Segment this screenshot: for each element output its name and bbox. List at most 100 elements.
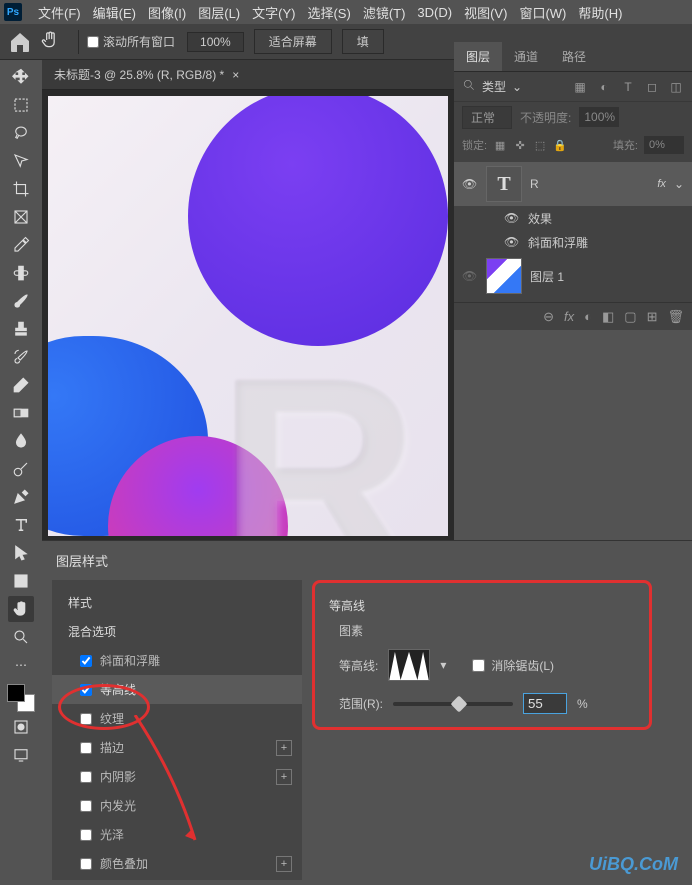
style-bevel-emboss[interactable]: 斜面和浮雕 — [52, 646, 302, 675]
type-tool[interactable] — [8, 512, 34, 538]
more-tools[interactable]: ⋯ — [8, 652, 34, 678]
new-group-icon[interactable]: ▢ — [624, 309, 636, 325]
menu-image[interactable]: 图像(I) — [142, 3, 192, 22]
dodge-tool[interactable] — [8, 456, 34, 482]
menu-help[interactable]: 帮助(H) — [572, 3, 628, 22]
style-texture[interactable]: 纹理 — [52, 704, 302, 733]
range-input[interactable] — [523, 693, 567, 714]
style-satin[interactable]: 光泽 — [52, 820, 302, 849]
canvas-viewport[interactable]: R — [42, 90, 454, 540]
opacity-input[interactable]: 100% — [579, 107, 619, 127]
style-checkbox[interactable] — [80, 858, 92, 870]
layer-name[interactable]: R — [530, 177, 539, 191]
canvas[interactable]: R — [48, 96, 448, 536]
home-icon[interactable] — [8, 30, 32, 54]
style-contour[interactable]: 等高线 — [52, 675, 302, 704]
filter-type-icon[interactable]: T — [620, 79, 636, 95]
contour-picker[interactable] — [388, 649, 430, 681]
fill-screen-button[interactable]: 填 — [342, 29, 384, 54]
menu-layer[interactable]: 图层(L) — [192, 3, 246, 22]
style-checkbox[interactable] — [80, 742, 92, 754]
lock-position-icon[interactable]: ✜ — [513, 139, 527, 152]
style-inner-glow[interactable]: 内发光 — [52, 791, 302, 820]
document-tab[interactable]: 未标题-3 @ 25.8% (R, RGB/8) * — [54, 66, 224, 83]
slider-thumb[interactable] — [451, 695, 468, 712]
search-icon[interactable] — [462, 78, 476, 95]
add-instance-icon[interactable]: + — [276, 740, 292, 756]
add-mask-icon[interactable]: ◐ — [584, 309, 592, 324]
filter-adjust-icon[interactable]: ◐ — [596, 79, 612, 95]
filter-smart-icon[interactable]: ◫ — [668, 79, 684, 95]
move-tool[interactable] — [8, 64, 34, 90]
zoom-tool[interactable] — [8, 624, 34, 650]
style-inner-shadow[interactable]: 内阴影+ — [52, 762, 302, 791]
link-layers-icon[interactable]: ⊖ — [543, 309, 554, 325]
filter-pixel-icon[interactable]: ▦ — [572, 79, 588, 95]
layer-thumb-text[interactable]: T — [486, 166, 522, 202]
style-checkbox[interactable] — [80, 684, 92, 696]
style-checkbox[interactable] — [80, 800, 92, 812]
pen-tool[interactable] — [8, 484, 34, 510]
tab-close-icon[interactable]: × — [232, 68, 239, 82]
healing-tool[interactable] — [8, 260, 34, 286]
menu-edit[interactable]: 编辑(E) — [87, 3, 142, 22]
menu-file[interactable]: 文件(F) — [32, 3, 87, 22]
menu-type[interactable]: 文字(Y) — [246, 3, 301, 22]
styles-header[interactable]: 样式 — [52, 588, 302, 617]
add-fx-icon[interactable]: fx — [564, 309, 574, 324]
add-adjustment-icon[interactable]: ◧ — [602, 309, 614, 325]
blur-tool[interactable] — [8, 428, 34, 454]
menu-view[interactable]: 视图(V) — [458, 3, 513, 22]
contour-dropdown-icon[interactable]: ▾ — [440, 658, 452, 672]
lock-artboard-icon[interactable]: ⬚ — [533, 139, 547, 152]
filter-type-dropdown[interactable]: 类型 — [482, 78, 506, 95]
screen-mode-toggle[interactable] — [8, 742, 34, 768]
crop-tool[interactable] — [8, 176, 34, 202]
lock-pixels-icon[interactable]: ▦ — [493, 139, 507, 152]
color-swatch[interactable] — [7, 684, 35, 712]
fit-screen-button[interactable]: 适合屏幕 — [254, 29, 332, 54]
gradient-tool[interactable] — [8, 400, 34, 426]
stamp-tool[interactable] — [8, 316, 34, 342]
hand-tool-indicator[interactable] — [40, 30, 60, 53]
fill-input[interactable]: 0% — [644, 136, 684, 154]
frame-tool[interactable] — [8, 204, 34, 230]
lasso-tool[interactable] — [8, 120, 34, 146]
scroll-all-windows-checkbox[interactable]: 滚动所有窗口 — [87, 33, 175, 50]
quick-select-tool[interactable] — [8, 148, 34, 174]
visibility-toggle[interactable]: 👁 — [504, 211, 520, 225]
style-checkbox[interactable] — [80, 771, 92, 783]
filter-shape-icon[interactable]: ◻ — [644, 79, 660, 95]
visibility-toggle[interactable]: 👁 — [462, 177, 478, 191]
path-select-tool[interactable] — [8, 540, 34, 566]
delete-layer-icon[interactable]: 🗑 — [667, 309, 684, 325]
add-instance-icon[interactable]: + — [276, 769, 292, 785]
visibility-toggle[interactable]: 👁 — [462, 269, 478, 283]
brush-tool[interactable] — [8, 288, 34, 314]
layer-r[interactable]: 👁 T R fx ⌄ — [454, 162, 692, 206]
layer-fx-badge[interactable]: fx — [657, 178, 666, 190]
eraser-tool[interactable] — [8, 372, 34, 398]
layer-1[interactable]: 👁 图层 1 — [454, 254, 692, 298]
shape-tool[interactable] — [8, 568, 34, 594]
quick-mask-toggle[interactable] — [8, 714, 34, 740]
layer-name[interactable]: 图层 1 — [530, 268, 564, 285]
style-color-overlay[interactable]: 颜色叠加+ — [52, 849, 302, 878]
eyedropper-tool[interactable] — [8, 232, 34, 258]
visibility-toggle[interactable]: 👁 — [504, 235, 520, 249]
blending-options[interactable]: 混合选项 — [52, 617, 302, 646]
antialias-checkbox[interactable]: 消除锯齿(L) — [472, 657, 554, 674]
blend-mode-select[interactable]: 正常 — [462, 106, 512, 129]
style-stroke[interactable]: 描边+ — [52, 733, 302, 762]
add-instance-icon[interactable]: + — [276, 856, 292, 872]
style-checkbox[interactable] — [80, 713, 92, 725]
style-checkbox[interactable] — [80, 829, 92, 841]
tab-channels[interactable]: 通道 — [502, 42, 550, 71]
zoom-level[interactable]: 100% — [187, 32, 244, 52]
fx-chevron-icon[interactable]: ⌄ — [674, 177, 684, 191]
marquee-tool[interactable] — [8, 92, 34, 118]
hand-tool[interactable] — [8, 596, 34, 622]
range-slider[interactable] — [393, 702, 513, 706]
history-brush-tool[interactable] — [8, 344, 34, 370]
tab-paths[interactable]: 路径 — [550, 42, 598, 71]
